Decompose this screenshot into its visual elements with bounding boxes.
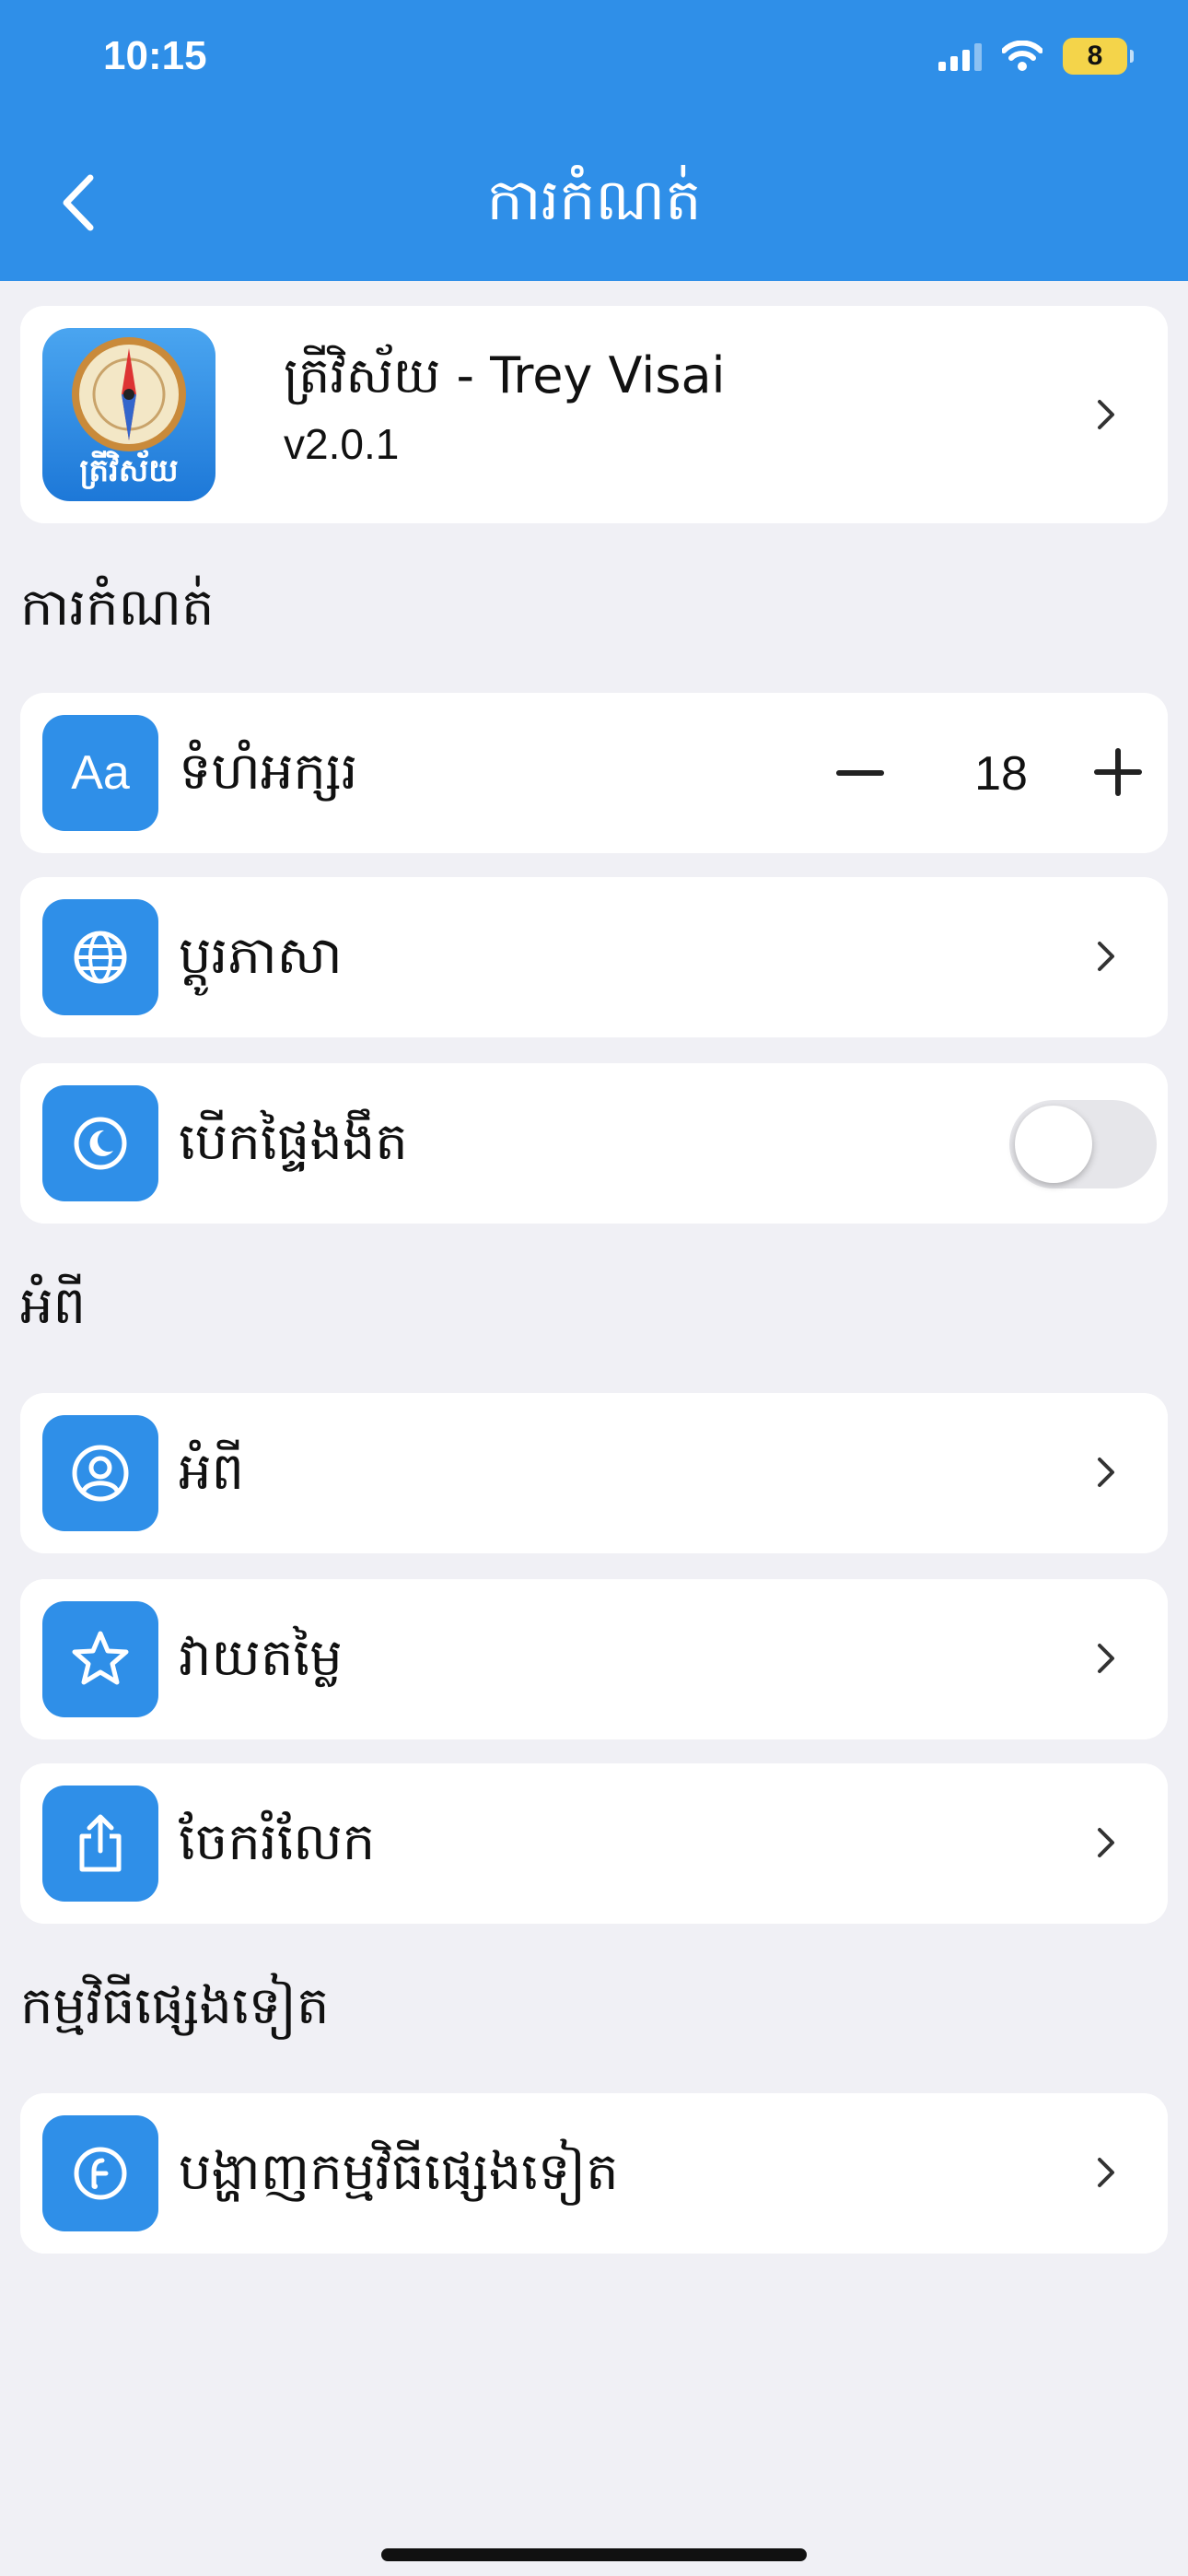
page-title: ការកំណត់ bbox=[486, 166, 702, 233]
globe-icon bbox=[42, 899, 158, 1015]
font-size-icon: Aa bbox=[42, 715, 158, 831]
section-header-about: អំពី bbox=[20, 1276, 87, 1336]
store-icon bbox=[42, 2115, 158, 2231]
section-header-other-apps: កម្មវិធីផ្សេងទៀត bbox=[20, 1976, 330, 2036]
app-info-card[interactable]: ត្រីវិស័យ ត្រីវិស័យ - Trey Visai v2.0.1 bbox=[20, 306, 1168, 523]
font-size-row: Aa ទំហំអក្សរ 18 bbox=[20, 693, 1168, 853]
status-time: 10:15 bbox=[103, 33, 207, 78]
moon-icon bbox=[42, 1085, 158, 1201]
chevron-right-icon bbox=[1098, 1828, 1114, 1857]
other-apps-label: បង្ហាញកម្មវិធីផ្សេងទៀត bbox=[179, 2142, 619, 2202]
font-size-label: ទំហំអក្សរ bbox=[179, 742, 358, 802]
app-version: v2.0.1 bbox=[284, 420, 400, 468]
share-row[interactable]: ចែករំលែក bbox=[20, 1763, 1168, 1924]
section-header-settings: ការកំណត់ bbox=[20, 578, 215, 638]
about-row[interactable]: អំពី bbox=[20, 1393, 1168, 1553]
status-icons: 8 bbox=[938, 35, 1134, 77]
font-size-value: 18 bbox=[974, 747, 1028, 801]
share-icon bbox=[42, 1786, 158, 1902]
chevron-right-icon bbox=[1098, 1458, 1114, 1487]
other-apps-row[interactable]: បង្ហាញកម្មវិធីផ្សេងទៀត bbox=[20, 2093, 1168, 2254]
decrease-font-button[interactable] bbox=[836, 770, 884, 776]
navigation-header: 10:15 8 ការកំណត់ bbox=[0, 0, 1188, 281]
battery-icon: 8 bbox=[1063, 38, 1134, 75]
chevron-right-icon bbox=[1098, 942, 1114, 971]
language-row[interactable]: ប្តូរភាសា bbox=[20, 877, 1168, 1037]
rate-row[interactable]: វាយតម្លៃ bbox=[20, 1579, 1168, 1739]
app-icon-text: ត្រីវិស័យ bbox=[79, 452, 179, 489]
wifi-icon bbox=[1002, 41, 1042, 71]
font-size-icon-text: Aa bbox=[71, 746, 130, 800]
share-label: ចែករំលែក bbox=[179, 1812, 376, 1872]
dark-mode-label: បើកផ្ទៃងងឹត bbox=[179, 1112, 408, 1172]
app-icon: ត្រីវិស័យ bbox=[42, 328, 215, 501]
language-label: ប្តូរភាសា bbox=[179, 926, 343, 986]
app-name: ត្រីវិស័យ - Trey Visai bbox=[284, 346, 726, 404]
toggle-knob bbox=[1015, 1106, 1092, 1183]
signal-icon bbox=[938, 41, 982, 71]
home-indicator[interactable] bbox=[381, 2548, 807, 2561]
about-label: អំពី bbox=[179, 1442, 245, 1502]
dark-mode-toggle[interactable] bbox=[1009, 1100, 1157, 1188]
dark-mode-row: បើកផ្ទៃងងឹត bbox=[20, 1063, 1168, 1224]
chevron-right-icon bbox=[1098, 400, 1114, 429]
star-icon bbox=[42, 1601, 158, 1717]
chevron-right-icon bbox=[1098, 2158, 1114, 2187]
increase-font-button[interactable] bbox=[1094, 748, 1142, 796]
rate-label: វាយតម្លៃ bbox=[179, 1628, 343, 1688]
user-icon bbox=[42, 1415, 158, 1531]
chevron-right-icon bbox=[1098, 1644, 1114, 1673]
